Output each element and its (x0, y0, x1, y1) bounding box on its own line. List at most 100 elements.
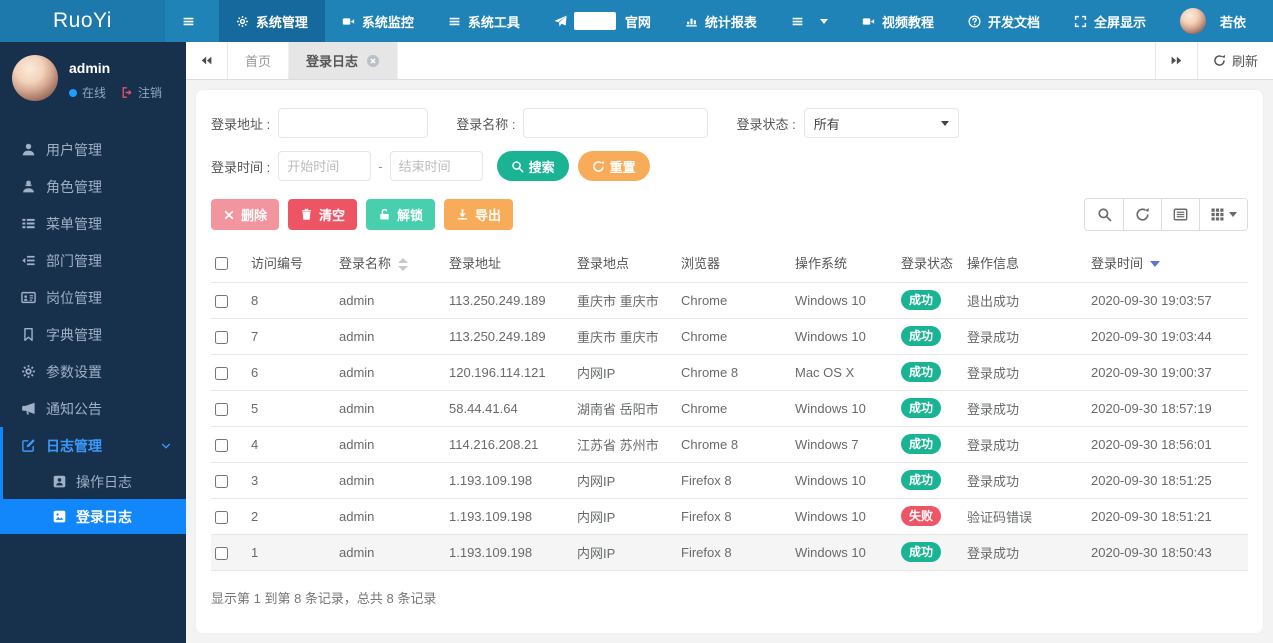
sidebar-item-label: 参数设置 (46, 363, 102, 380)
tab-login-log[interactable]: 登录日志 (289, 42, 399, 79)
tabs-scroll-right-button[interactable] (1154, 42, 1197, 79)
cell-select (211, 534, 247, 571)
gear-icon (21, 364, 36, 379)
clean-button[interactable]: 清空 (288, 199, 358, 230)
table-row[interactable]: 7 admin 113.250.249.189 重庆市 重庆市 Chrome W… (211, 318, 1248, 355)
sidebar-toggle[interactable] (165, 0, 219, 42)
table-row[interactable]: 8 admin 113.250.249.189 重庆市 重庆市 Chrome W… (211, 282, 1248, 319)
row-checkbox[interactable] (215, 474, 228, 488)
cell-time: 2020-09-30 18:51:21 (1087, 498, 1248, 535)
column-header[interactable]: 访问编号 (247, 244, 335, 283)
menu-reports[interactable]: 统计报表 (668, 0, 774, 42)
table-columns-button[interactable] (1199, 199, 1247, 230)
row-checkbox[interactable] (215, 402, 228, 416)
question-icon (968, 15, 981, 28)
export-button[interactable]: 导出 (444, 199, 514, 230)
profile-avatar[interactable] (12, 55, 58, 101)
cell-status: 成功 (897, 426, 963, 463)
sidebar-item[interactable]: 岗位管理 (0, 279, 186, 316)
column-header[interactable]: 操作信息 (963, 244, 1087, 283)
menu-system-manage[interactable]: 系统管理 (218, 0, 325, 42)
sidebar-item[interactable]: 部门管理 (0, 242, 186, 279)
nav-fullscreen[interactable]: 全屏显示 (1057, 0, 1163, 42)
outdent-icon (21, 253, 36, 268)
table-row[interactable]: 3 admin 1.193.109.198 内网IP Firefox 8 Win… (211, 462, 1248, 499)
sidebar-item-login-log[interactable]: 登录日志 (3, 499, 186, 534)
docuser-icon (52, 474, 67, 489)
nav-dev-docs[interactable]: 开发文档 (951, 0, 1057, 42)
table-row[interactable]: 2 admin 1.193.109.198 内网IP Firefox 8 Win… (211, 498, 1248, 535)
column-header[interactable]: 登录状态 (897, 244, 963, 283)
column-header[interactable]: 操作系统 (791, 244, 897, 283)
column-header[interactable]: 登录地址 (445, 244, 573, 283)
time-end-input[interactable] (389, 151, 483, 181)
table-refresh-button[interactable] (1123, 199, 1161, 230)
cell-status: 成功 (897, 318, 963, 355)
row-checkbox[interactable] (215, 510, 228, 524)
column-header[interactable]: 登录名称 (335, 244, 445, 283)
sidebar-item[interactable]: 日志管理 (3, 427, 186, 464)
cell-ip: 120.196.114.121 (445, 354, 573, 391)
nav-video-tutorial[interactable]: 视频教程 (845, 0, 951, 42)
cell-os: Windows 7 (791, 426, 897, 463)
sort-icon[interactable] (398, 258, 409, 272)
unlock-button[interactable]: 解锁 (366, 199, 436, 230)
search-button[interactable]: 搜索 (496, 151, 569, 181)
cell-select (211, 426, 247, 463)
cell-ip: 113.250.249.189 (445, 318, 573, 355)
table-search-toggle-button[interactable] (1085, 199, 1123, 230)
status-badge: 成功 (901, 433, 942, 455)
table-row[interactable]: 1 admin 1.193.109.198 内网IP Firefox 8 Win… (211, 534, 1248, 571)
select-all-header[interactable] (211, 244, 247, 283)
table-row[interactable]: 5 admin 58.44.41.64 湖南省 岳阳市 Chrome Windo… (211, 390, 1248, 427)
menu-official-site[interactable]: 官网 (537, 0, 668, 42)
table-row[interactable]: 4 admin 114.216.208.21 江苏省 苏州市 Chrome 8 … (211, 426, 1248, 463)
cell-os: Mac OS X (791, 354, 897, 391)
menu-more[interactable] (774, 0, 845, 42)
sidebar-item-oper-log[interactable]: 操作日志 (3, 464, 186, 499)
user-menu[interactable]: 若依 (1163, 0, 1263, 42)
sidebar-item-label: 部门管理 (46, 252, 102, 269)
filter-login-address: 登录地址 : (211, 108, 429, 138)
brand-logo[interactable]: RuoYi (0, 0, 165, 42)
delete-button[interactable]: 删除 (211, 199, 280, 230)
row-checkbox[interactable] (215, 546, 228, 560)
column-header[interactable]: 浏览器 (677, 244, 791, 283)
tab-home[interactable]: 首页 (228, 42, 290, 79)
row-checkbox[interactable] (215, 366, 228, 380)
cell-browser: Firefox 8 (677, 534, 791, 571)
sidebar-item[interactable]: 用户管理 (0, 131, 186, 168)
topnav-item-label: 系统工具 (467, 14, 520, 30)
menu-system-tools[interactable]: 系统工具 (431, 0, 537, 42)
redacted-block (573, 12, 616, 30)
tab-close-icon[interactable] (366, 54, 380, 68)
reset-button[interactable]: 重置 (577, 151, 650, 181)
login-address-input[interactable] (278, 108, 429, 138)
row-checkbox[interactable] (215, 294, 228, 308)
sidebar-item[interactable]: 通知公告 (0, 390, 186, 427)
sidebar-item[interactable]: 角色管理 (0, 168, 186, 205)
cell-location: 江苏省 苏州市 (573, 426, 677, 463)
refresh-icon (1135, 207, 1150, 222)
table-row[interactable]: 6 admin 120.196.114.121 内网IP Chrome 8 Ma… (211, 354, 1248, 391)
logout-button[interactable]: 注销 (121, 84, 162, 101)
column-header[interactable]: 登录地点 (573, 244, 677, 283)
select-all-checkbox[interactable] (215, 257, 228, 271)
login-name-input[interactable] (523, 108, 709, 138)
sort-icon[interactable] (1150, 258, 1161, 271)
search-button-label: 搜索 (528, 159, 555, 175)
tabs-scroll-left-button[interactable] (186, 42, 228, 79)
column-header[interactable]: 登录时间 (1087, 244, 1248, 283)
sidebar-item[interactable]: 字典管理 (0, 316, 186, 353)
login-status-select[interactable]: 所有 (803, 108, 959, 138)
caret-down-icon (1229, 212, 1237, 217)
column-header-label: 登录名称 (339, 256, 392, 272)
row-checkbox[interactable] (215, 330, 228, 344)
table-detail-view-button[interactable] (1161, 199, 1199, 230)
sidebar-item[interactable]: 菜单管理 (0, 205, 186, 242)
row-checkbox[interactable] (215, 438, 228, 452)
refresh-tab-button[interactable]: 刷新 (1196, 42, 1273, 79)
menu-system-monitor[interactable]: 系统监控 (325, 0, 431, 42)
time-start-input[interactable] (278, 151, 372, 181)
sidebar-item[interactable]: 参数设置 (0, 353, 186, 390)
